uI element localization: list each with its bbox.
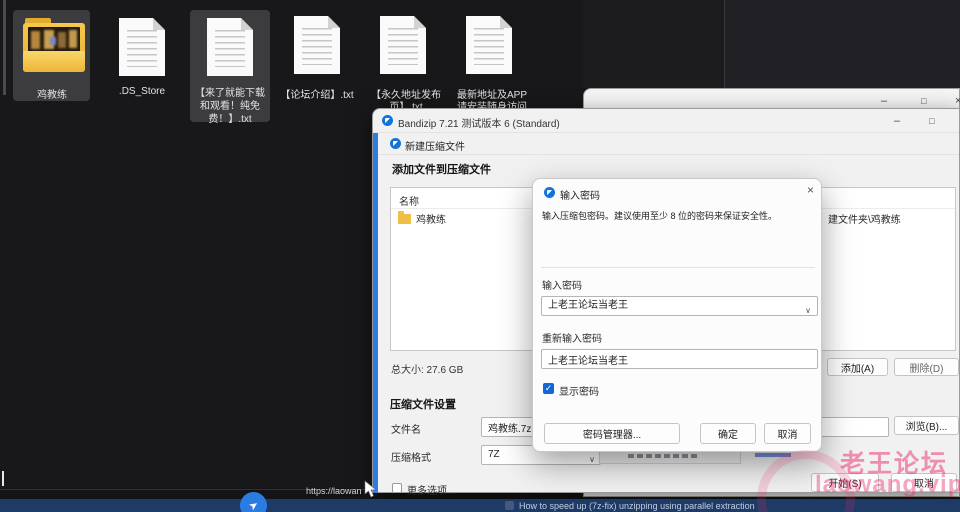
password-combobox[interactable]: 上老王论坛当老王 ∨ <box>541 296 818 316</box>
document-icon <box>466 16 512 74</box>
status-icon <box>505 501 514 510</box>
confirm-password-label: 重新输入密码 <box>542 334 602 345</box>
filename-label: 文件名 <box>391 425 421 436</box>
file-item-txt-download[interactable]: 【来了就能下载 和观看！纯免 费！】.txt <box>190 10 270 125</box>
chevron-down-icon: ∨ <box>589 455 595 464</box>
cancel-button[interactable]: 取消 <box>891 473 957 492</box>
dialog-title: 输入密码 <box>560 191 600 202</box>
remove-button[interactable]: 删除(D) <box>894 358 959 376</box>
text-cursor <box>2 471 4 486</box>
text-smudge <box>628 454 698 458</box>
divider <box>373 132 959 133</box>
archive-window-title: 新建压缩文件 <box>405 142 465 153</box>
row-name: 鸡教练 <box>416 215 446 226</box>
browse-button[interactable]: 浏览(B)... <box>894 416 959 435</box>
divider <box>373 154 959 155</box>
row-path: 建文件夹\鸡教练 <box>828 215 901 226</box>
column-header-name[interactable]: 名称 <box>399 193 419 208</box>
minimize-icon[interactable]: – <box>881 96 887 107</box>
top-right-panel-2 <box>725 0 960 88</box>
document-icon <box>380 16 426 74</box>
password-label: 输入密码 <box>542 281 582 292</box>
file-label: 费！】.txt <box>208 114 252 125</box>
chevron-down-icon: ∨ <box>805 306 811 315</box>
accent-strip <box>373 133 378 493</box>
bandizip-icon <box>382 115 393 126</box>
left-edge-line <box>3 0 6 95</box>
document-icon <box>294 16 340 74</box>
folder-icon <box>23 18 85 72</box>
pointer-icon: ➤ <box>246 498 262 512</box>
file-label: 【论坛介绍】.txt <box>280 90 354 101</box>
section-settings-heading: 压缩文件设置 <box>390 399 456 411</box>
url-text: https://laowan <box>306 486 362 496</box>
document-icon <box>207 18 253 76</box>
close-icon[interactable]: × <box>955 96 960 107</box>
show-password-checkbox[interactable]: ✓ <box>543 383 554 394</box>
maximize-icon[interactable]: □ <box>921 96 926 106</box>
bandizip-icon <box>390 138 401 149</box>
taskbar: How to speed up (7z-fix) unzipping using… <box>0 499 960 512</box>
file-item-folder[interactable]: 鸡教练 <box>13 10 90 101</box>
dialog-cancel-button[interactable]: 取消 <box>764 423 811 444</box>
folder-icon <box>398 211 411 224</box>
taskbar-status-text: How to speed up (7z-fix) unzipping using… <box>519 501 755 511</box>
more-options-checkbox[interactable] <box>392 483 402 493</box>
more-options-label: 更多选项... <box>407 486 456 497</box>
format-value: 7Z <box>488 449 500 460</box>
format-label: 压缩格式 <box>391 453 431 464</box>
file-label: 鸡教练 <box>37 90 67 101</box>
password-value: 上老王论坛当老王 <box>548 300 628 311</box>
folder-thumbnail <box>28 27 80 52</box>
password-dialog: 输入密码 × 输入压缩包密码。建议使用至少 8 位的密码来保证安全性。 输入密码… <box>532 178 822 452</box>
close-icon[interactable]: × <box>807 184 814 196</box>
password-manager-button[interactable]: 密码管理器... <box>544 423 680 444</box>
window-title: Bandizip 7.21 测试版本 6 (Standard) <box>398 119 560 130</box>
add-button[interactable]: 添加(A) <box>827 358 888 376</box>
confirm-password-input[interactable] <box>541 349 818 369</box>
show-password-label: 显示密码 <box>559 387 599 398</box>
bandizip-icon <box>544 187 555 198</box>
dialog-message: 输入压缩包密码。建议使用至少 8 位的密码来保证安全性。 <box>542 211 778 221</box>
help-link[interactable] <box>755 453 791 457</box>
pointer-button[interactable]: ➤ <box>240 492 267 512</box>
mouse-cursor-icon <box>364 480 377 498</box>
screen: 鸡教练 .DS_Store 【来了就能下载 和观看！纯免 费！】.txt 【论坛… <box>0 0 960 512</box>
maximize-icon[interactable]: □ <box>929 116 934 126</box>
section-add-heading: 添加文件到压缩文件 <box>392 164 491 176</box>
ok-button[interactable]: 确定 <box>700 423 756 444</box>
minimize-icon[interactable]: – <box>894 116 900 127</box>
file-label: .DS_Store <box>118 86 166 97</box>
start-button[interactable]: 开始(S) <box>811 473 879 492</box>
document-icon <box>119 18 165 76</box>
divider <box>541 267 815 268</box>
total-size-label: 总大小: 27.6 GB <box>391 365 464 376</box>
